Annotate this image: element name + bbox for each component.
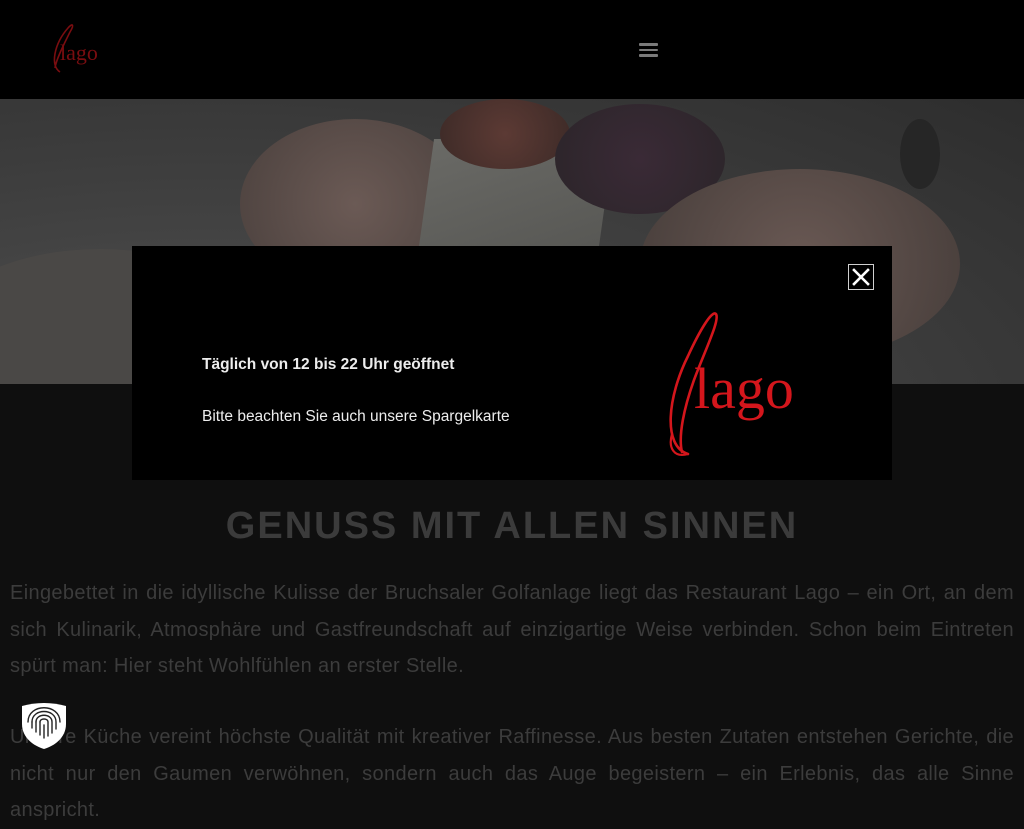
section-title: GENUSS MIT ALLEN SINNEN: [225, 505, 799, 547]
lago-logo-text: lago: [694, 356, 794, 421]
site-header: lago: [0, 0, 1024, 99]
fingerprint-shield-icon: [22, 703, 66, 749]
hamburger-menu-icon[interactable]: [637, 40, 661, 60]
privacy-settings-button[interactable]: [20, 700, 68, 750]
asparagus-menu-note: Bitte beachten Sie auch unsere Spargelka…: [202, 408, 510, 425]
info-popup: Täglich von 12 bis 22 Uhr geöffnet Bitte…: [132, 246, 892, 480]
header-logo[interactable]: lago: [46, 20, 106, 78]
header-logo-text: lago: [60, 40, 98, 65]
cuisine-paragraph: Unsere Küche vereint höchste Qualität mi…: [10, 726, 1014, 821]
intro-paragraph: Eingebettet in die idyllische Kulisse de…: [10, 582, 1014, 677]
close-icon: [852, 268, 870, 286]
opening-hours-text: Täglich von 12 bis 22 Uhr geöffnet: [202, 356, 455, 373]
lago-logo: lago: [669, 312, 794, 456]
close-button[interactable]: [848, 264, 874, 290]
